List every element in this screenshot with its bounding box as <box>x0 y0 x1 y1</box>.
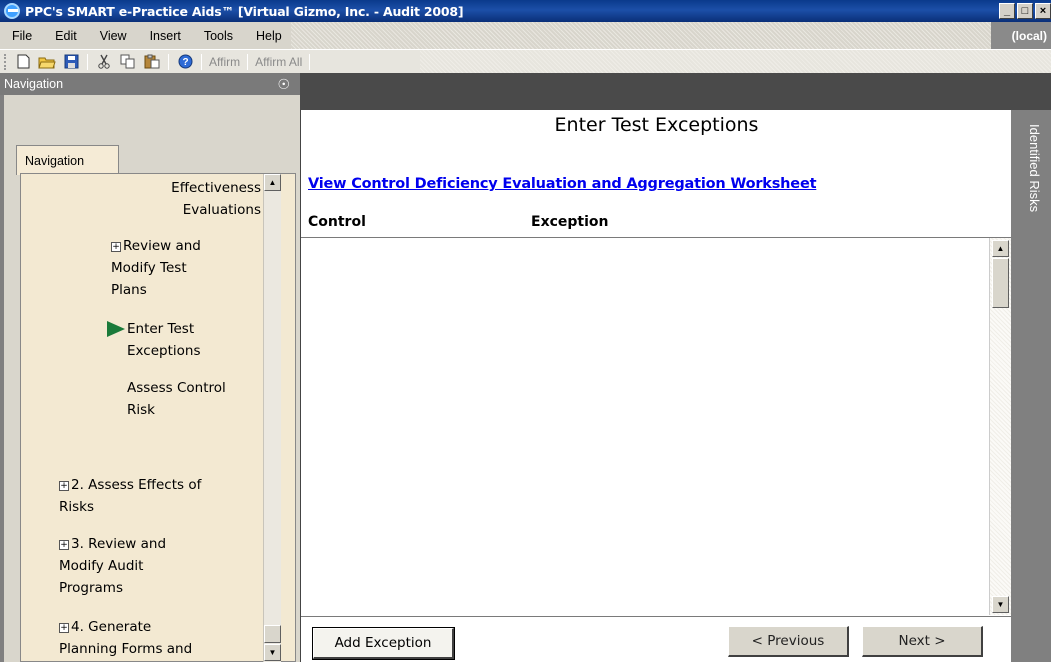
menu-file[interactable]: File <box>12 29 32 43</box>
expand-icon[interactable]: + <box>59 540 69 550</box>
cut-icon[interactable] <box>95 54 113 70</box>
new-icon[interactable] <box>14 54 32 70</box>
tab-navigation-label: Navigation <box>25 153 85 168</box>
tree-item-assess-effects-of-risks[interactable]: +2. Assess Effects of Risks <box>59 474 201 518</box>
tree-item-review-modify-audit-programs[interactable]: +3. Review and Modify Audit Programs <box>59 533 166 599</box>
current-step-arrow-icon <box>107 321 125 337</box>
paste-icon[interactable] <box>143 54 161 70</box>
app-logo-icon <box>4 2 22 20</box>
menu-edit[interactable]: Edit <box>55 29 77 43</box>
column-header-exception[interactable]: Exception <box>531 214 609 230</box>
menu-help[interactable]: Help <box>256 29 282 43</box>
scroll-down-icon[interactable]: ▼ <box>264 644 281 661</box>
toolbar-separator <box>309 53 311 70</box>
navigation-pane-header: Navigation ☉ <box>0 73 300 95</box>
copy-icon[interactable] <box>119 54 137 70</box>
exceptions-grid[interactable] <box>301 237 1012 617</box>
expand-icon[interactable]: + <box>59 623 69 633</box>
svg-text:?: ? <box>182 57 188 68</box>
expand-icon[interactable]: + <box>111 242 121 252</box>
menu-tools[interactable]: Tools <box>204 29 233 43</box>
scroll-down-icon[interactable]: ▼ <box>992 596 1009 613</box>
close-button[interactable]: × <box>1035 3 1051 19</box>
identified-risks-label[interactable]: Identified Risks <box>1022 124 1042 212</box>
navigation-scrollbar[interactable]: ▲ ▼ <box>263 174 281 662</box>
affirm-button[interactable]: Affirm <box>206 55 243 69</box>
toolbar-separator <box>168 53 169 70</box>
window-controls: _ □ × <box>999 3 1051 19</box>
window-title: PPC's SMART e-Practice Aids™ [Virtual Gi… <box>25 3 464 19</box>
add-exception-button[interactable]: Add Exception <box>312 627 455 660</box>
navigation-pane-title: Navigation <box>4 77 64 91</box>
help-icon[interactable]: ? <box>176 54 194 70</box>
maximize-button[interactable]: □ <box>1017 3 1033 19</box>
toolbar-separator <box>201 53 202 70</box>
tree-item-enter-test-exceptions[interactable]: Enter Test Exceptions <box>127 318 200 362</box>
menu-view[interactable]: View <box>100 29 127 43</box>
toolbar-grip[interactable] <box>4 53 7 70</box>
content-header-strip <box>300 73 1051 110</box>
scroll-up-icon[interactable]: ▲ <box>264 174 281 191</box>
tree-item-review-modify-test-plans[interactable]: + Review and Modify Test Plans <box>111 235 201 301</box>
minimize-button[interactable]: _ <box>999 3 1015 19</box>
page-title: Enter Test Exceptions <box>554 114 759 136</box>
tree-item-effectiveness-evaluations[interactable]: Effectiveness Evaluations <box>151 177 261 221</box>
worksheet-link[interactable]: View Control Deficiency Evaluation and A… <box>308 176 817 192</box>
menu-insert[interactable]: Insert <box>150 29 181 43</box>
tree-item-assess-control-risk[interactable]: Assess Control Risk <box>127 377 226 421</box>
previous-button[interactable]: < Previous <box>728 626 849 657</box>
main-panel: Enter Test Exceptions View Control Defic… <box>300 110 1012 662</box>
next-button[interactable]: Next > <box>862 626 983 657</box>
column-header-control[interactable]: Control <box>308 214 366 230</box>
scrollbar-thumb[interactable] <box>992 258 1009 308</box>
scroll-up-icon[interactable]: ▲ <box>992 240 1009 257</box>
save-icon[interactable] <box>62 54 80 70</box>
open-icon[interactable] <box>38 54 56 70</box>
tree-item-generate-planning-forms[interactable]: +4. Generate Planning Forms and <box>59 616 192 660</box>
grid-scrollbar[interactable]: ▲ ▼ <box>989 238 1011 615</box>
tab-navigation[interactable]: Navigation <box>16 145 119 175</box>
affirm-all-button[interactable]: Affirm All <box>252 55 305 69</box>
toolbar: ? Affirm Affirm All <box>0 49 1051 73</box>
menu-bar: File Edit View Insert Tools Help (local) <box>0 22 1051 49</box>
toolbar-separator <box>247 53 249 70</box>
title-bar: PPC's SMART e-Practice Aids™ [Virtual Gi… <box>0 0 1051 22</box>
server-label: (local) <box>1011 29 1047 43</box>
scrollbar-thumb[interactable] <box>264 625 281 643</box>
navigation-tree: Effectiveness Evaluations + Review and Mo… <box>20 173 296 662</box>
expand-icon[interactable]: + <box>59 481 69 491</box>
toolbar-separator <box>87 53 88 70</box>
pin-icon[interactable]: ☉ <box>277 76 290 93</box>
